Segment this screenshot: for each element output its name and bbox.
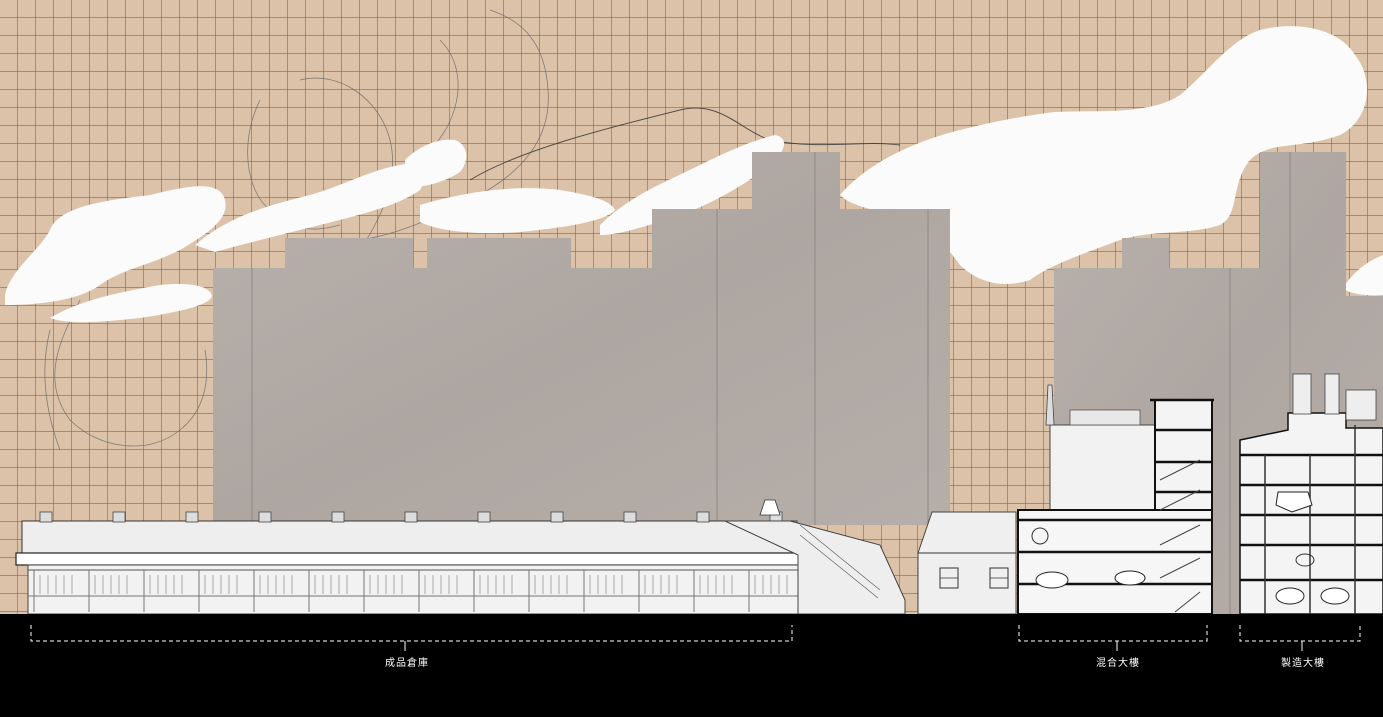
ground [0, 614, 1383, 717]
section-drawing: 成品倉庫 混合大樓 製造大樓 [0, 0, 1383, 717]
zone-label-mixed-building: 混合大樓 [1096, 658, 1140, 669]
elevation-svg [0, 0, 1383, 717]
zone-label-manufacturing-building: 製造大樓 [1281, 658, 1325, 669]
annex-building [917, 511, 1017, 615]
zone-label-warehouse: 成品倉庫 [385, 658, 429, 669]
